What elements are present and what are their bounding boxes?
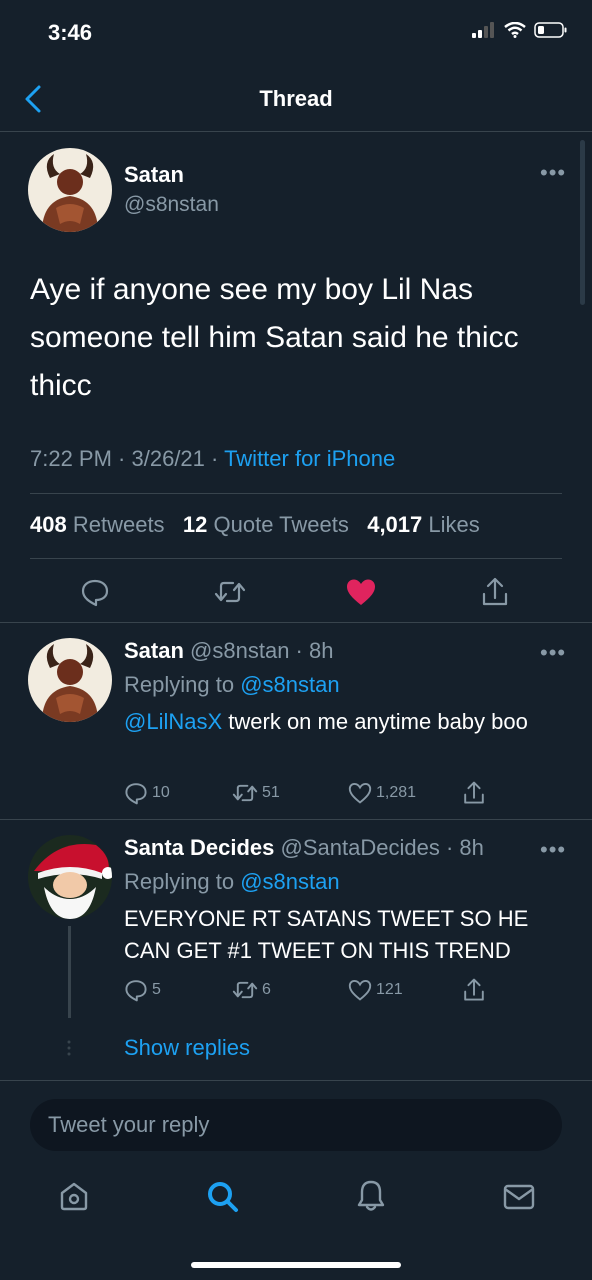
header-divider — [0, 131, 592, 132]
signal-icon — [472, 22, 496, 38]
tweet-text: @LilNasX twerk on me anytime baby boo — [124, 709, 528, 734]
messages-icon — [503, 1183, 535, 1211]
replying-to: Replying to @s8nstan — [124, 672, 340, 697]
notifications-icon — [356, 1179, 386, 1213]
divider — [0, 1080, 592, 1081]
show-replies-link[interactable]: Show replies — [124, 1035, 250, 1061]
heart-filled-icon — [346, 578, 376, 606]
action-bar: 5 6 121 — [124, 977, 486, 1003]
author-handle[interactable]: @s8nstan — [190, 638, 289, 663]
wifi-icon — [504, 22, 526, 38]
battery-icon — [534, 22, 568, 38]
tweet-date: 3/26/21 — [131, 446, 205, 471]
reply-header: Santa Decides @SantaDecides · 8h — [124, 835, 484, 860]
home-icon — [58, 1180, 90, 1212]
more-icon: ••• — [540, 837, 567, 862]
more-icon: ••• — [540, 640, 567, 665]
retweet-button[interactable] — [214, 577, 246, 607]
author-handle[interactable]: @s8nstan — [124, 193, 219, 217]
divider — [30, 493, 562, 494]
retweet-icon — [232, 781, 258, 805]
tab-search[interactable] — [206, 1180, 240, 1214]
author-handle[interactable]: @SantaDecides — [281, 835, 440, 860]
heart-icon — [348, 782, 372, 804]
author-name[interactable]: Satan — [124, 638, 184, 663]
mention-link[interactable]: @LilNasX — [124, 709, 222, 734]
like-button[interactable]: 1,281 — [348, 782, 462, 804]
page-title: Thread — [259, 86, 333, 111]
mention-link[interactable]: @s8nstan — [240, 869, 339, 894]
mention-link[interactable]: @s8nstan — [240, 672, 339, 697]
tweet-source-link[interactable]: Twitter for iPhone — [224, 446, 395, 471]
avatar[interactable] — [28, 638, 112, 722]
share-button[interactable] — [480, 576, 510, 608]
home-indicator — [191, 1262, 401, 1268]
scrollbar[interactable] — [580, 140, 585, 305]
tweet-stats: 408 Retweets 12 Quote Tweets 4,017 Likes — [30, 512, 480, 538]
tab-messages[interactable] — [503, 1183, 535, 1211]
like-button[interactable] — [346, 578, 376, 606]
more-button[interactable]: ••• — [540, 642, 566, 664]
quote-tweets-stat[interactable]: 12 Quote Tweets — [183, 512, 349, 537]
status-time: 3:46 — [48, 20, 93, 45]
tweet-text: EVERYONE RT SATANS TWEET SO HE CAN GET #… — [124, 906, 529, 963]
reply-input[interactable] — [30, 1099, 562, 1151]
like-button[interactable]: 121 — [348, 979, 462, 1001]
avatar[interactable] — [28, 835, 112, 919]
tweet-text: Aye if anyone see my boy Lil Nas someone… — [30, 273, 519, 402]
heart-icon — [348, 979, 372, 1001]
retweets-stat[interactable]: 408 Retweets — [30, 512, 165, 537]
reply-icon — [124, 781, 148, 805]
avatar[interactable] — [28, 148, 112, 232]
reply-icon — [124, 978, 148, 1002]
more-button[interactable]: ••• — [540, 839, 566, 861]
retweet-icon — [214, 577, 246, 607]
thread-line — [68, 926, 71, 1018]
reply-button[interactable] — [80, 577, 110, 607]
share-icon — [462, 977, 486, 1003]
status-icons — [472, 22, 568, 38]
divider — [0, 819, 592, 820]
share-button[interactable] — [462, 977, 486, 1003]
tweet-age: 8h — [459, 835, 484, 860]
tweet-meta: 7:22 PM · 3/26/21 · Twitter for iPhone — [30, 446, 396, 471]
tab-home[interactable] — [58, 1180, 90, 1212]
reply-button[interactable]: 10 — [124, 781, 232, 805]
likes-stat[interactable]: 4,017 Likes — [367, 512, 480, 537]
tweet-time: 7:22 PM — [30, 446, 112, 471]
divider — [0, 622, 592, 623]
share-icon — [480, 576, 510, 608]
more-button[interactable]: ••• — [540, 162, 566, 184]
retweet-icon — [232, 978, 258, 1002]
tweet-age: 8h — [309, 638, 334, 663]
thread-dots — [66, 1040, 72, 1056]
retweet-button[interactable]: 51 — [232, 781, 348, 805]
share-icon — [462, 780, 486, 806]
author-name[interactable]: Satan — [124, 162, 184, 188]
author-name[interactable]: Santa Decides — [124, 835, 274, 860]
divider — [30, 558, 562, 559]
reply-icon — [80, 577, 110, 607]
tab-notifications[interactable] — [356, 1179, 386, 1213]
reply-button[interactable]: 5 — [124, 978, 232, 1002]
reply-header: Satan @s8nstan · 8h — [124, 638, 334, 663]
action-bar: 10 51 1,281 — [124, 780, 486, 806]
replying-to: Replying to @s8nstan — [124, 869, 340, 894]
reply-composer[interactable] — [30, 1099, 562, 1151]
more-icon: ••• — [540, 160, 567, 185]
retweet-button[interactable]: 6 — [232, 978, 348, 1002]
share-button[interactable] — [462, 780, 486, 806]
search-icon — [206, 1180, 240, 1214]
